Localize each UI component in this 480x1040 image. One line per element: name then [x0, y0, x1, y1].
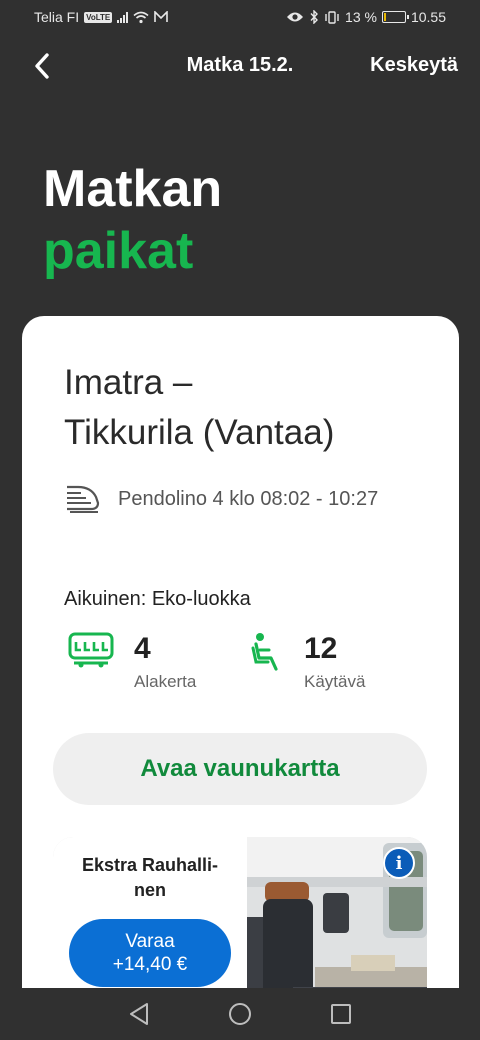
upgrade-name: Ekstra Rauhalli-nen [81, 855, 219, 900]
car-detail: Alakerta [134, 672, 197, 691]
seat-detail: Käytävä [304, 672, 366, 691]
open-car-map-button[interactable]: Avaa vaunukartta [53, 733, 427, 805]
vibrate-icon [325, 10, 339, 24]
train-info-row: Pendolino 4 klo 08:02 - 10:27 [64, 484, 378, 514]
system-home-button[interactable] [220, 994, 260, 1034]
system-recents-button[interactable] [321, 994, 361, 1034]
journey-seat-card: Imatra – Tikkurila (Vantaa) Pendolino 4 … [22, 316, 459, 1016]
mail-icon [154, 11, 169, 22]
carrier-name: Telia FI [34, 9, 80, 25]
train-icon [67, 485, 100, 513]
circle-home-icon [228, 1003, 251, 1025]
top-nav: Matka 15.2. Keskeytä [0, 40, 480, 92]
bluetooth-icon [310, 10, 319, 24]
battery-icon [381, 11, 409, 23]
clock: 10.55 [410, 9, 446, 25]
train-car-icon [68, 632, 114, 668]
car-info: 4 Alakerta [68, 632, 196, 692]
seat-icon [251, 633, 278, 671]
book-upgrade-button[interactable]: Varaa +14,40 € [69, 919, 231, 987]
triangle-back-icon [129, 1003, 148, 1025]
car-number: 4 [134, 632, 151, 665]
status-bar: Telia FI VoLTE 13 % 10.55 [0, 0, 480, 34]
book-price: +14,40 € [112, 954, 188, 975]
status-right: 13 % 10.55 [286, 9, 446, 25]
info-icon[interactable]: i [383, 847, 415, 879]
car-info-text: 4 Alakerta [134, 632, 196, 692]
cancel-button[interactable]: Keskeytä [370, 54, 458, 77]
square-recents-icon [331, 1004, 352, 1024]
book-label: Varaa [125, 931, 175, 952]
route-title: Imatra – Tikkurila (Vantaa) [64, 363, 335, 452]
system-back-button[interactable] [119, 994, 159, 1034]
battery-percent: 13 % [345, 9, 377, 25]
seat-info-text: 12 Käytävä [304, 632, 365, 692]
heading-line-1: Matkan [43, 160, 223, 218]
page-heading: Matkan paikat [43, 158, 222, 282]
eye-icon [287, 12, 304, 22]
seat-number: 12 [304, 632, 338, 665]
wifi-icon [133, 11, 149, 23]
seat-info: 12 Käytävä [250, 632, 365, 692]
volte-badge: VoLTE [84, 11, 113, 23]
passenger-class: Aikuinen: Eko-luokka [64, 588, 251, 610]
page-title-text: Matka 15.2. [186, 54, 294, 76]
system-navigation-bar [0, 988, 480, 1040]
train-info: Pendolino 4 klo 08:02 - 10:27 [118, 487, 379, 510]
signal-icon [117, 11, 129, 23]
status-left: Telia FI VoLTE [34, 9, 169, 25]
heading-line-2: paikat [43, 222, 194, 280]
